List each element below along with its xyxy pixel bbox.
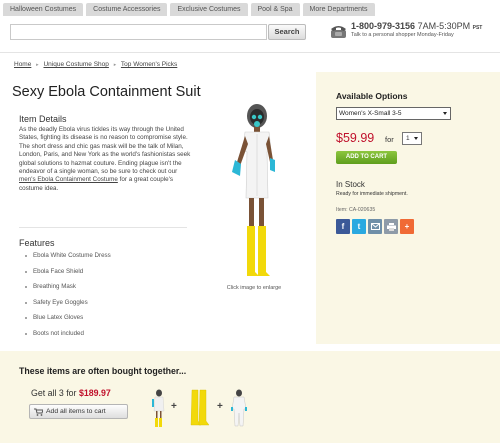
print-icon[interactable] [384,219,398,234]
nav-tab-halloween-costumes[interactable]: Halloween Costumes [3,3,84,16]
phone-hours: 7AM-5:30PM [417,21,471,31]
search-button[interactable]: Search [268,24,306,40]
twitter-icon[interactable]: t [352,219,366,234]
dropdown-arrow-icon [443,112,447,115]
shipping-note: Ready for immediate shipment. [336,191,408,197]
description-text: As the deadly Ebola virus tickles its wa… [19,126,191,176]
quantity-value: 1 [406,135,410,142]
bundle-item-suit-thumbnail[interactable] [150,389,166,427]
price: $59.99 [336,131,375,145]
dropdown-arrow-icon [414,137,418,140]
feature-item: Ebola White Costume Dress [25,252,111,268]
feature-item: Blue Latex Gloves [25,314,111,330]
stock-status: In Stock [336,180,365,189]
feature-item: Ebola Face Shield [25,268,111,284]
features-list: Ebola White Costume Dress Ebola Face Shi… [25,252,111,345]
bundle-offer-text: Get all 3 for [31,388,77,398]
bundle-offer: Get all 3 for $189.97 [31,388,111,398]
bundle-item-mens-suit-thumbnail[interactable] [230,389,248,427]
nav-tab-more-departments[interactable]: More Departments [302,3,375,16]
item-number: Item: CA-020635 [336,207,376,213]
department-nav: Halloween Costumes Costume Accessories E… [3,3,375,16]
nav-tab-pool-spa[interactable]: Pool & Spa [250,3,300,16]
cart-icon [34,408,43,416]
bundle-price: $189.97 [78,388,111,398]
bought-together-heading: These items are often bought together... [19,366,187,376]
breadcrumb-separator-icon: ▸ [113,62,117,68]
nav-tab-exclusive-costumes[interactable]: Exclusive Costumes [170,3,248,16]
plus-sign: + [217,401,223,412]
add-all-to-cart-button[interactable]: Add all items to cart [29,404,128,419]
phone-number-digits: 1-800-979-3156 [351,21,416,31]
breadcrumb-home[interactable]: Home [14,61,31,68]
available-options-heading: Available Options [336,91,408,101]
phone-subtext: Talk to a personal shopper Monday-Friday [351,32,454,38]
facebook-icon[interactable]: f [336,219,350,234]
nav-tab-costume-accessories[interactable]: Costume Accessories [86,3,168,16]
product-image[interactable] [221,100,287,283]
features-heading: Features [19,238,55,248]
more-icon[interactable]: + [400,219,414,234]
add-to-cart-button[interactable]: ADD TO CART [336,151,397,164]
product-title: Sexy Ebola Containment Suit [12,84,201,100]
item-details-heading: Item Details [19,114,67,124]
search-input[interactable] [10,24,267,40]
header-divider [0,52,500,53]
feature-item: Safety Eye Goggles [25,299,111,315]
quantity-select[interactable]: 1 [402,132,422,145]
share-buttons: f t + [336,219,414,234]
mens-costume-link[interactable]: men's Ebola Containment Costume [19,176,118,183]
breadcrumb-unique-costume-shop[interactable]: Unique Costume Shop [43,61,108,68]
add-all-label: Add all items to cart [46,408,106,415]
plus-sign: + [171,401,177,412]
email-icon[interactable] [368,219,382,234]
phone-timezone: PST [472,25,483,31]
product-description: As the deadly Ebola virus tickles its wa… [19,126,191,193]
bundle-item-boots-thumbnail[interactable] [186,389,212,427]
feature-item: Breathing Mask [25,283,111,299]
size-selected-value: Women's X-Small 3-5 [339,110,402,117]
telephone-icon [331,26,346,38]
breadcrumb-separator-icon: ▸ [36,62,39,68]
size-select[interactable]: Women's X-Small 3-5 [336,107,451,120]
section-divider [19,227,187,228]
for-label: for [385,135,394,144]
breadcrumb-top-womens-picks[interactable]: Top Women's Picks [121,61,177,68]
breadcrumb: Home ▸ Unique Costume Shop ▸ Top Women's… [14,61,177,68]
phone-number: 1-800-979-3156 7AM-5:30PM PST [351,21,482,31]
feature-item: Boots not included [25,330,111,346]
image-caption: Click image to enlarge [226,285,282,291]
